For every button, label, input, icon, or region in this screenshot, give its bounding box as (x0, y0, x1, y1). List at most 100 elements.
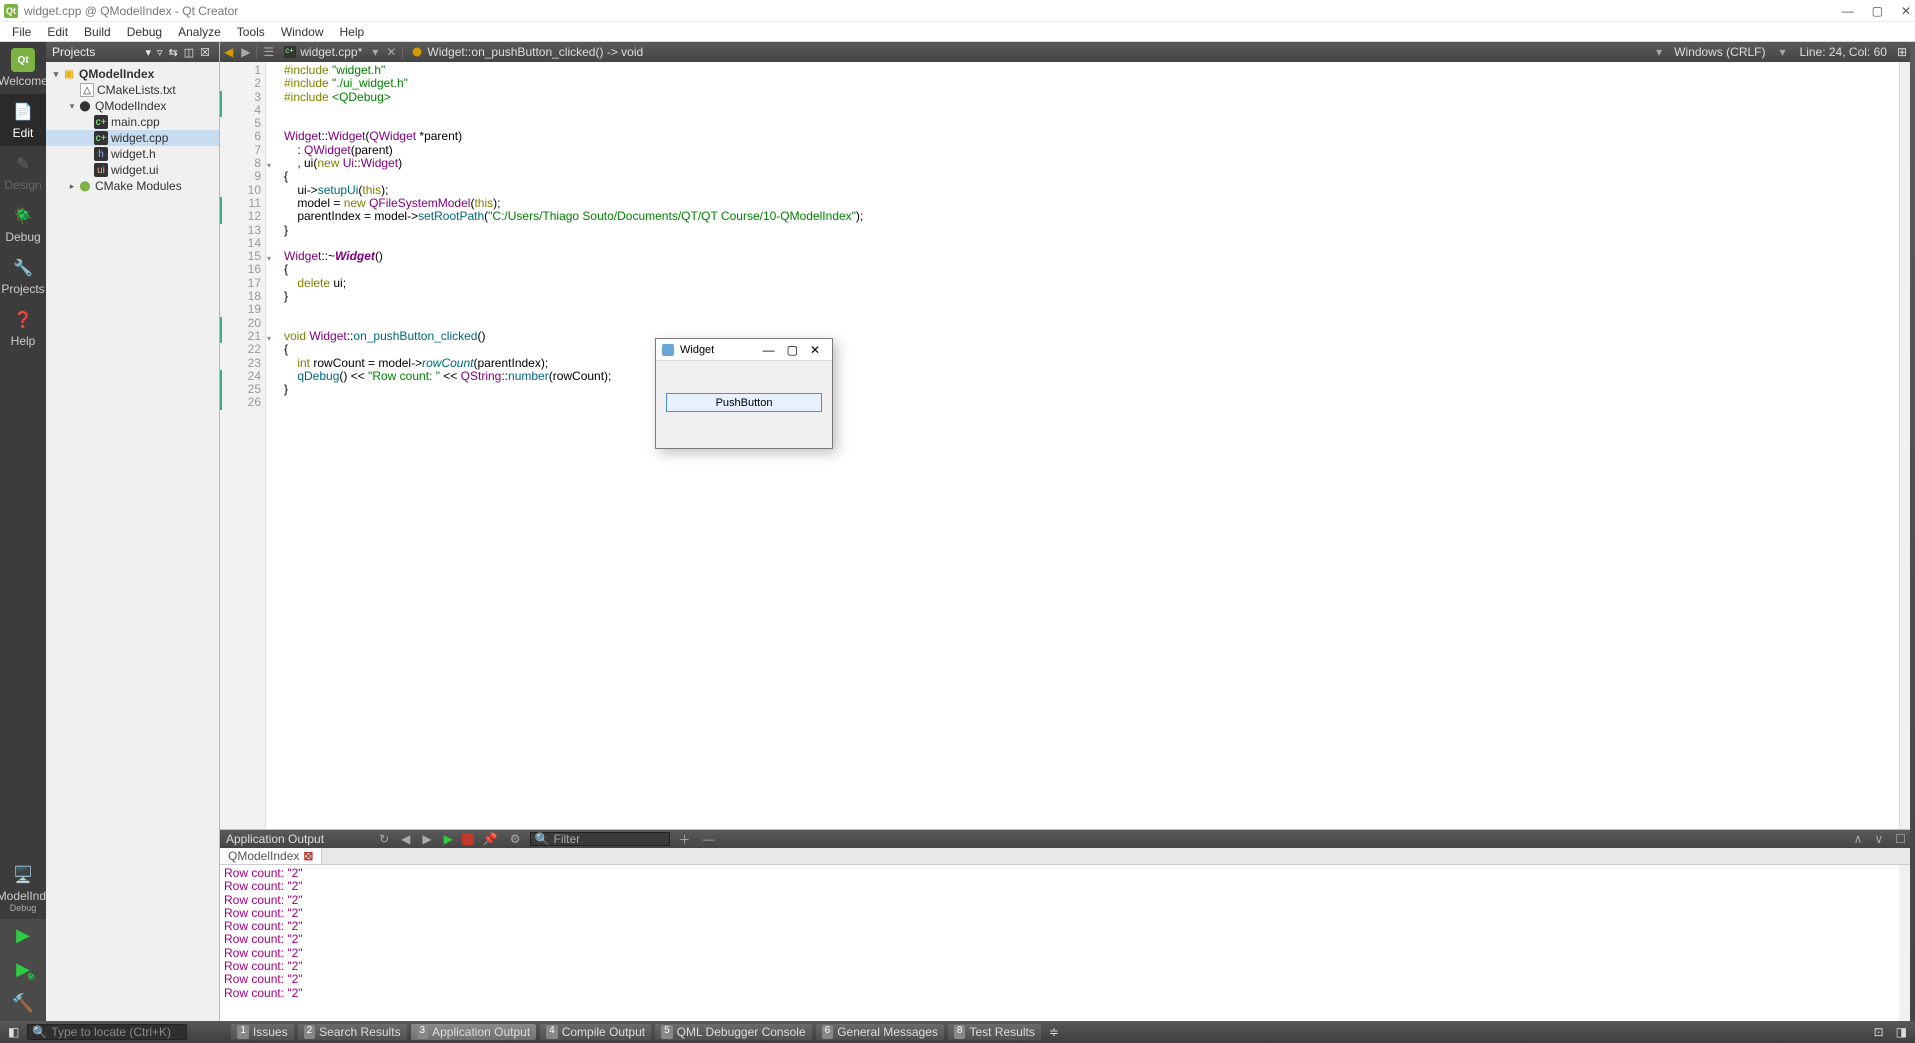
sidebar-header: Projects ▾ ▿ ⇆ ◫ ☒ (46, 42, 219, 62)
cpp-file-icon: c+ (94, 115, 108, 129)
menu-file[interactable]: File (4, 25, 39, 39)
dialog-minimize-icon[interactable]: — (757, 343, 781, 357)
add-icon[interactable]: ＋ (676, 831, 694, 848)
output-run-tabs: QModelIndex⊠ (220, 848, 1915, 865)
toggle-left-icon[interactable]: ◧ (4, 1025, 23, 1039)
maximize-output-icon[interactable]: ☐ (1892, 832, 1909, 846)
split-editor-icon[interactable]: ⊞ (1897, 45, 1907, 59)
next-icon[interactable]: ▶ (419, 832, 434, 846)
mode-debug[interactable]: 🪲Debug (0, 198, 46, 250)
mode-welcome[interactable]: QtWelcome (0, 42, 46, 94)
menu-tools[interactable]: Tools (229, 25, 273, 39)
rerun-icon[interactable]: ↻ (376, 832, 392, 846)
mode-design[interactable]: ✎Design (0, 146, 46, 198)
tree-folder[interactable]: ▾⬤QModelIndex (46, 98, 219, 114)
prev-icon[interactable]: ◀ (398, 832, 413, 846)
nav-forward-icon[interactable]: ▶ (237, 45, 254, 59)
close-output-tab-icon[interactable]: ⊠ (303, 849, 313, 863)
kit-selector[interactable]: 🖥️QModelIndexDebug (0, 857, 46, 919)
link-icon[interactable]: ⇆ (166, 46, 181, 59)
attach-icon[interactable]: 📌 (480, 832, 501, 846)
dialog-titlebar[interactable]: Widget — ▢ ✕ (656, 339, 832, 361)
menubar: File Edit Build Debug Analyze Tools Wind… (0, 22, 1915, 42)
tree-root[interactable]: ▾▣QModelIndex (46, 66, 219, 82)
tab-close-icon[interactable]: ✕ (382, 45, 400, 59)
filter-icon[interactable]: ▿ (154, 46, 166, 59)
close-panel-icon[interactable]: ☒ (197, 46, 213, 59)
menu-debug[interactable]: Debug (119, 25, 170, 39)
sidebar-dropdown-icon[interactable]: ▾ (142, 46, 154, 59)
search-icon: 🔍 (32, 1025, 47, 1039)
editor-area: ◀ ▶ ☰ c+ widget.cpp* ▾ ✕ Widget::on_push… (220, 42, 1915, 1021)
tree-cmakelists[interactable]: △CMakeLists.txt (46, 82, 219, 98)
menu-build[interactable]: Build (76, 25, 119, 39)
output-title: Application Output (226, 832, 324, 846)
code-editor[interactable]: 12345678▾9101112131415▾161718192021▾2223… (220, 62, 1915, 829)
encoding-label[interactable]: Windows (CRLF) (1674, 45, 1765, 59)
status-tab-qml[interactable]: 5QML Debugger Console (655, 1024, 812, 1040)
app-title: widget.cpp @ QModelIndex - Qt Creator (24, 4, 1842, 18)
mode-projects[interactable]: 🔧Projects (0, 250, 46, 302)
tab-dropdown-icon[interactable]: ▾ (368, 45, 382, 59)
cpp-file-icon: c+ (94, 131, 108, 145)
locator-input[interactable]: 🔍Type to locate (Ctrl+K) (27, 1024, 187, 1040)
search-icon: 🔍 (535, 832, 550, 846)
mode-edit[interactable]: 📄Edit (0, 94, 46, 146)
output-filter-input[interactable]: 🔍Filter (530, 832, 670, 846)
toggle-right-icon[interactable]: ◨ (1892, 1025, 1911, 1039)
status-tab-general[interactable]: 6General Messages (816, 1024, 944, 1040)
progress-icon[interactable]: ⊡ (1870, 1025, 1888, 1039)
dialog-app-icon (662, 344, 674, 356)
minus-icon[interactable]: — (700, 832, 718, 846)
cmake-file-icon: △ (80, 83, 94, 97)
status-tab-app-output[interactable]: 3Application Output (411, 1024, 537, 1040)
function-icon (411, 46, 423, 58)
menu-analyze[interactable]: Analyze (170, 25, 229, 39)
window-minimize-icon[interactable]: — (1842, 4, 1854, 18)
bookmark-icon[interactable]: ☰ (259, 45, 278, 59)
code-content[interactable]: #include "widget.h"#include "./ui_widget… (266, 62, 1899, 829)
tree-file-main[interactable]: c+main.cpp (46, 114, 219, 130)
output-panel: Application Output ↻ ◀ ▶ ▶ 📌 ⚙ 🔍Filter ＋… (220, 829, 1915, 1021)
status-tab-search[interactable]: 2Search Results (298, 1024, 407, 1040)
run-output-icon[interactable]: ▶ (441, 832, 456, 846)
dialog-close-icon[interactable]: ✕ (804, 343, 826, 357)
scroll-down-icon[interactable]: ∨ (1871, 832, 1886, 846)
window-maximize-icon[interactable]: ▢ (1872, 4, 1883, 18)
tree-file-widget-h[interactable]: hwidget.h (46, 146, 219, 162)
nav-back-icon[interactable]: ◀ (220, 45, 237, 59)
status-more-icon[interactable]: ≑ (1045, 1025, 1063, 1039)
status-tab-issues[interactable]: 1Issues (231, 1024, 293, 1040)
dialog-maximize-icon[interactable]: ▢ (781, 343, 804, 357)
ui-file-icon: ui (94, 163, 108, 177)
qt-creator-icon: Qt (4, 4, 18, 18)
split-icon[interactable]: ◫ (181, 46, 197, 59)
window-close-icon[interactable]: ✕ (1901, 4, 1911, 18)
design-icon: ✎ (11, 152, 35, 176)
stop-icon[interactable] (462, 833, 474, 845)
crumb-dropdown-icon[interactable]: ▾ (1652, 45, 1666, 59)
projects-sidebar: Projects ▾ ▿ ⇆ ◫ ☒ ▾▣QModelIndex △CMakeL… (46, 42, 220, 1021)
push-button[interactable]: PushButton (666, 393, 822, 412)
output-tab-qmodelindex[interactable]: QModelIndex⊠ (220, 848, 322, 864)
menu-window[interactable]: Window (273, 25, 332, 39)
menu-edit[interactable]: Edit (39, 25, 76, 39)
encoding-dropdown-icon[interactable]: ▾ (1776, 45, 1790, 59)
tree-cmake-modules[interactable]: ▸⬤CMake Modules (46, 178, 219, 194)
scroll-up-icon[interactable]: ∧ (1851, 832, 1866, 846)
gear-icon[interactable]: ⚙ (507, 832, 524, 846)
right-sidebar-collapsed[interactable] (1910, 42, 1915, 1021)
output-body[interactable]: Row count: "2"Row count: "2"Row count: "… (220, 865, 1915, 1021)
symbol-crumb[interactable]: Widget::on_pushButton_clicked() -> void (405, 42, 1652, 62)
h-file-icon: h (94, 147, 108, 161)
run-icon[interactable]: ▶ (11, 923, 35, 947)
debug-run-icon[interactable]: ▶🪲 (11, 957, 35, 981)
build-icon[interactable]: 🔨 (11, 991, 35, 1015)
mode-help[interactable]: ❓Help (0, 302, 46, 354)
status-tab-test[interactable]: 8Test Results (948, 1024, 1041, 1040)
tree-file-widget-ui[interactable]: uiwidget.ui (46, 162, 219, 178)
tree-file-widget-cpp[interactable]: c+widget.cpp (46, 130, 219, 146)
editor-file-tab[interactable]: c+ widget.cpp* (278, 42, 368, 62)
status-tab-compile[interactable]: 4Compile Output (540, 1024, 651, 1040)
menu-help[interactable]: Help (332, 25, 373, 39)
